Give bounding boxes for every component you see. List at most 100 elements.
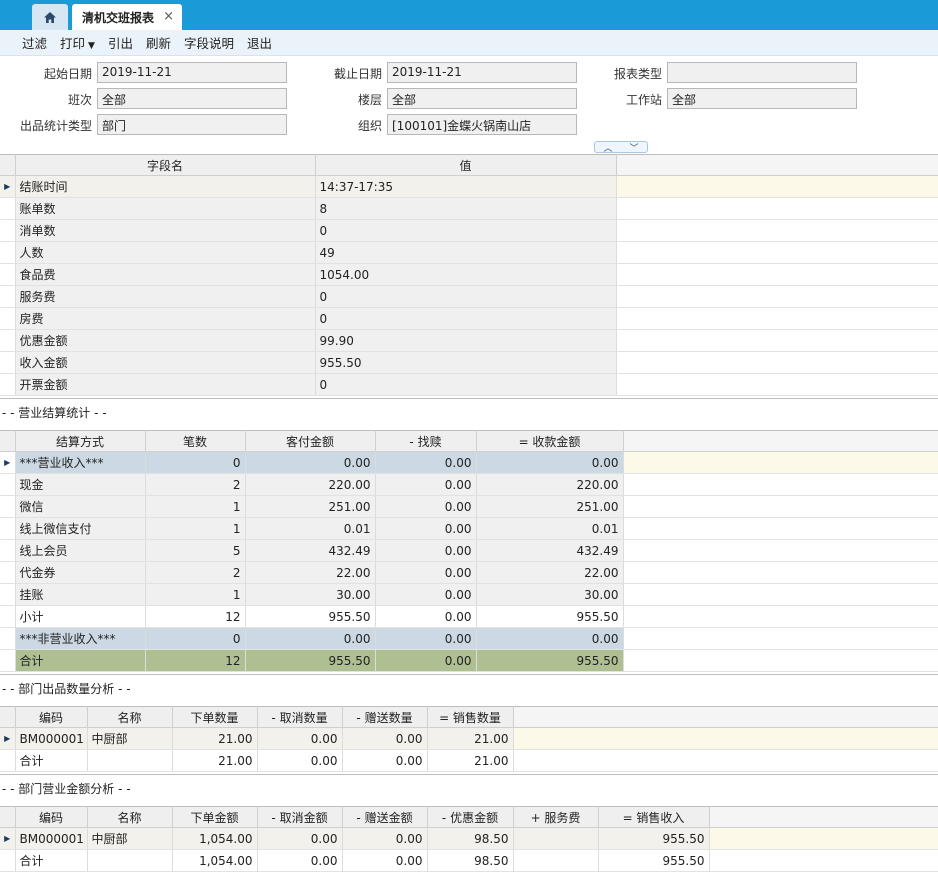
tab-shift-report[interactable]: 清机交班报表 × (72, 4, 182, 30)
payment-method-cell[interactable]: ***营业收入*** (15, 451, 146, 474)
field-name-cell[interactable]: 账单数 (15, 197, 316, 220)
table-row[interactable]: 线上会员 5 432.49 0.00 432.49 (0, 539, 938, 562)
refresh-button[interactable]: 刷新 (146, 33, 171, 52)
field-name-cell[interactable]: 人数 (15, 241, 316, 264)
received-amount-cell[interactable]: 955.50 (476, 649, 624, 672)
stat-type-field[interactable]: 部门 (97, 114, 287, 135)
column-header[interactable]: 笔数 (145, 430, 246, 452)
cancelled-qty-cell[interactable]: 0.00 (257, 727, 343, 750)
received-amount-cell[interactable]: 22.00 (476, 561, 624, 584)
received-amount-cell[interactable]: 0.00 (476, 627, 624, 650)
print-button[interactable]: 打印 ▼ (60, 33, 95, 52)
change-cell[interactable]: 0.00 (375, 539, 477, 562)
field-value-cell[interactable]: 8 (315, 197, 617, 220)
field-value-cell[interactable]: 0 (315, 219, 617, 242)
export-button[interactable]: 引出 (108, 33, 133, 52)
field-value-cell[interactable]: 1054.00 (315, 263, 617, 286)
count-cell[interactable]: 1 (145, 495, 246, 518)
payment-method-cell[interactable]: 现金 (15, 473, 146, 496)
table-row[interactable]: 微信 1 251.00 0.00 251.00 (0, 495, 938, 518)
column-header[interactable]: - 取消金额 (257, 806, 343, 828)
field-name-cell[interactable]: 食品费 (15, 263, 316, 286)
table-row[interactable]: ▶ ***营业收入*** 0 0.00 0.00 0.00 (0, 451, 938, 474)
table-row[interactable]: 开票金额 0 (0, 373, 938, 396)
field-name-cell[interactable]: 服务费 (15, 285, 316, 308)
count-cell[interactable]: 1 (145, 583, 246, 606)
filter-button[interactable]: 过滤 (22, 33, 47, 52)
floor-field[interactable]: 全部 (387, 88, 577, 109)
sales-income-cell[interactable]: 955.50 (598, 849, 710, 872)
paid-amount-cell[interactable]: 432.49 (245, 539, 376, 562)
gift-qty-cell[interactable]: 0.00 (342, 727, 428, 750)
count-cell[interactable]: 12 (145, 649, 246, 672)
table-row[interactable]: 合计 21.00 0.00 0.00 21.00 (0, 749, 938, 772)
column-header[interactable]: 值 (315, 154, 617, 176)
count-cell[interactable]: 12 (145, 605, 246, 628)
field-name-cell[interactable]: 优惠金额 (15, 329, 316, 352)
chevron-down-icon[interactable]: ﹀ (629, 141, 638, 154)
column-header[interactable]: = 收款金额 (476, 430, 624, 452)
column-header[interactable]: - 找赎 (375, 430, 477, 452)
field-help-button[interactable]: 字段说明 (184, 33, 234, 52)
report-type-field[interactable] (667, 62, 857, 83)
received-amount-cell[interactable]: 220.00 (476, 473, 624, 496)
table-row[interactable]: 合计 1,054.00 0.00 0.00 98.50 955.50 (0, 849, 938, 872)
change-cell[interactable]: 0.00 (375, 649, 477, 672)
name-cell[interactable] (87, 749, 173, 772)
field-value-cell[interactable]: 14:37-17:35 (315, 175, 617, 198)
table-row[interactable]: 合计 12 955.50 0.00 955.50 (0, 649, 938, 672)
count-cell[interactable]: 2 (145, 473, 246, 496)
payment-method-cell[interactable]: 挂账 (15, 583, 146, 606)
chevron-up-icon[interactable]: ︿ (603, 141, 612, 154)
ordered-amount-cell[interactable]: 1,054.00 (172, 849, 258, 872)
column-header[interactable]: 字段名 (15, 154, 316, 176)
count-cell[interactable]: 0 (145, 627, 246, 650)
change-cell[interactable]: 0.00 (375, 583, 477, 606)
payment-method-cell[interactable]: 线上微信支付 (15, 517, 146, 540)
count-cell[interactable]: 0 (145, 451, 246, 474)
field-value-cell[interactable]: 0 (315, 373, 617, 396)
column-header[interactable]: 下单数量 (172, 706, 258, 728)
paid-amount-cell[interactable]: 30.00 (245, 583, 376, 606)
count-cell[interactable]: 5 (145, 539, 246, 562)
discount-amount-cell[interactable]: 98.50 (427, 827, 514, 850)
table-row[interactable]: 现金 2 220.00 0.00 220.00 (0, 473, 938, 496)
ordered-qty-cell[interactable]: 21.00 (172, 749, 258, 772)
field-name-cell[interactable]: 结账时间 (15, 175, 316, 198)
ordered-qty-cell[interactable]: 21.00 (172, 727, 258, 750)
count-cell[interactable]: 2 (145, 561, 246, 584)
name-cell[interactable] (87, 849, 173, 872)
field-value-cell[interactable]: 0 (315, 307, 617, 330)
column-header[interactable]: 名称 (87, 806, 173, 828)
table-row[interactable]: 线上微信支付 1 0.01 0.00 0.01 (0, 517, 938, 540)
table-row[interactable]: 服务费 0 (0, 285, 938, 308)
received-amount-cell[interactable]: 432.49 (476, 539, 624, 562)
change-cell[interactable]: 0.00 (375, 561, 477, 584)
sold-qty-cell[interactable]: 21.00 (427, 727, 514, 750)
column-header[interactable]: 编码 (15, 706, 88, 728)
table-row[interactable]: 账单数 8 (0, 197, 938, 220)
table-row[interactable]: ▶ 结账时间 14:37-17:35 (0, 175, 938, 198)
discount-amount-cell[interactable]: 98.50 (427, 849, 514, 872)
table-row[interactable]: 挂账 1 30.00 0.00 30.00 (0, 583, 938, 606)
code-cell[interactable]: BM000001 (15, 727, 88, 750)
table-row[interactable]: 收入金额 955.50 (0, 351, 938, 374)
sales-income-cell[interactable]: 955.50 (598, 827, 710, 850)
change-cell[interactable]: 0.00 (375, 473, 477, 496)
payment-method-cell[interactable]: 合计 (15, 649, 146, 672)
payment-method-cell[interactable]: 线上会员 (15, 539, 146, 562)
column-header[interactable]: - 优惠金额 (427, 806, 514, 828)
chevron-down-icon[interactable]: ▼ (88, 41, 95, 51)
close-icon[interactable]: × (163, 9, 174, 24)
payment-method-cell[interactable]: 代金券 (15, 561, 146, 584)
service-fee-cell[interactable] (513, 827, 599, 850)
table-row[interactable]: 优惠金额 99.90 (0, 329, 938, 352)
sold-qty-cell[interactable]: 21.00 (427, 749, 514, 772)
received-amount-cell[interactable]: 0.00 (476, 451, 624, 474)
payment-method-cell[interactable]: 微信 (15, 495, 146, 518)
gift-amount-cell[interactable]: 0.00 (342, 849, 428, 872)
code-cell[interactable]: 合计 (15, 749, 88, 772)
count-cell[interactable]: 1 (145, 517, 246, 540)
collapse-toggle[interactable]: ︿ ﹀ (594, 141, 648, 154)
table-row[interactable]: 消单数 0 (0, 219, 938, 242)
